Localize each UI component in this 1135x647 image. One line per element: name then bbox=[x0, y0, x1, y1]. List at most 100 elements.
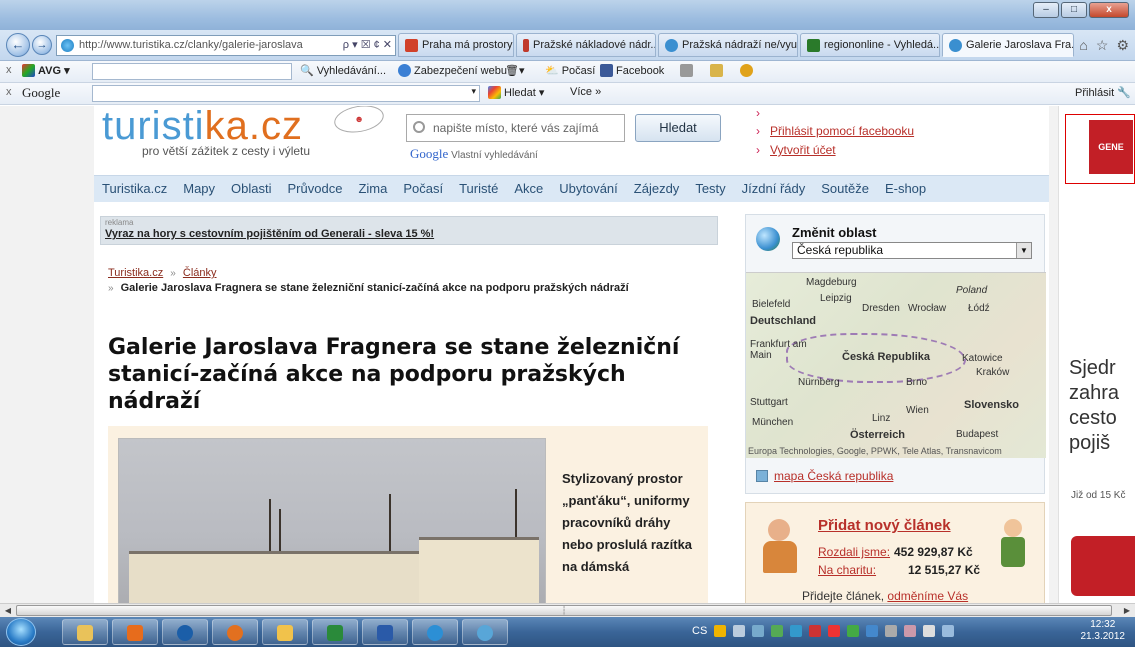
menu-item-zima[interactable]: Zima bbox=[350, 176, 395, 202]
reward-link[interactable]: odměníme Vás bbox=[887, 589, 968, 603]
breadcrumb-section-link[interactable]: Články bbox=[183, 267, 217, 279]
taskbar-ie[interactable] bbox=[412, 619, 458, 645]
tab-nadrazi[interactable]: Pražská nádraží ne/využ... bbox=[658, 33, 798, 57]
menu-item-pocasi[interactable]: Počasí bbox=[395, 176, 451, 202]
menu-item-ubytovani[interactable]: Ubytování bbox=[551, 176, 626, 202]
settings-gear-icon[interactable]: ⚙ bbox=[1116, 37, 1129, 54]
taskbar-media[interactable] bbox=[112, 619, 158, 645]
avg-search-input[interactable] bbox=[92, 63, 292, 80]
site-logo[interactable]: turistika.cz pro větší zážitek z cesty i… bbox=[102, 106, 310, 158]
battery-icon[interactable] bbox=[942, 625, 955, 637]
menu-item-mapy[interactable]: Mapy bbox=[175, 176, 223, 202]
start-button[interactable] bbox=[6, 618, 36, 646]
tray-icon[interactable] bbox=[771, 625, 784, 637]
menu-item-souteze[interactable]: Soutěže bbox=[813, 176, 877, 202]
taskbar-mail[interactable] bbox=[262, 619, 308, 645]
avg-extra-button[interactable] bbox=[740, 64, 753, 77]
tab-praha[interactable]: Praha má prostory pro ... bbox=[398, 33, 514, 57]
taskbar-word[interactable] bbox=[362, 619, 408, 645]
favorites-star-icon[interactable]: ☆ bbox=[1096, 37, 1109, 54]
charity-link[interactable]: Na charitu: bbox=[818, 563, 876, 577]
tray-icon[interactable] bbox=[790, 625, 803, 637]
taskbar-hp[interactable] bbox=[162, 619, 208, 645]
scroll-right-icon[interactable]: ▶ bbox=[1121, 605, 1133, 616]
system-clock[interactable]: 12:32 21.3.2012 bbox=[1081, 619, 1126, 643]
toolbar-close-icon[interactable]: x bbox=[6, 64, 12, 76]
right-skyscraper-ad[interactable]: GENE Sjedr zahra cesto pojiš Již od 15 K… bbox=[1058, 106, 1135, 603]
facebook-login-link[interactable]: Přihlásit pomocí facebooku bbox=[770, 124, 914, 138]
tab-galerie[interactable]: Galerie Jaroslava Fra... ✕ bbox=[942, 33, 1074, 57]
tray-icon[interactable] bbox=[752, 625, 765, 637]
notes-button[interactable] bbox=[710, 64, 723, 77]
avg-menu[interactable]: AVG ▾ bbox=[22, 64, 70, 77]
tab-regiononline[interactable]: regiononline - Vyhledá... bbox=[800, 33, 940, 57]
back-button[interactable]: ← bbox=[6, 33, 30, 57]
notes-icon bbox=[710, 64, 723, 77]
menu-item-testy[interactable]: Testy bbox=[687, 176, 733, 202]
add-article-link[interactable]: Přidat nový článek bbox=[818, 517, 951, 534]
weather-button[interactable]: ⛅ Počasí bbox=[545, 64, 595, 78]
taskbar-network[interactable] bbox=[462, 619, 508, 645]
menu-item-eshop[interactable]: E-shop bbox=[877, 176, 934, 202]
close-window-button[interactable]: x bbox=[1089, 2, 1129, 18]
menu-item-zajezdy[interactable]: Zájezdy bbox=[626, 176, 688, 202]
home-icon[interactable]: ⌂ bbox=[1079, 37, 1087, 54]
ad-banner[interactable]: reklama Vyraz na hory s cestovním pojišt… bbox=[100, 216, 718, 245]
region-map-link[interactable]: mapa Česká republika bbox=[756, 469, 893, 483]
region-map[interactable]: Bielefeld Magdeburg Leipzig Dresden Wroc… bbox=[746, 272, 1046, 458]
trash-menu[interactable]: 🗑▾ bbox=[505, 64, 525, 77]
forward-button[interactable]: → bbox=[32, 35, 52, 55]
map-label: Wrocław bbox=[908, 303, 947, 314]
tray-icon[interactable] bbox=[733, 625, 746, 637]
menu-item-oblasti[interactable]: Oblasti bbox=[223, 176, 279, 202]
google-search-button[interactable]: Hledat ▾ bbox=[488, 86, 544, 99]
taskbar-excel[interactable] bbox=[312, 619, 358, 645]
scrollbar-thumb[interactable]: ┆ bbox=[16, 605, 1112, 616]
web-security-button[interactable]: Zabezpečení webu bbox=[398, 64, 507, 77]
chevron-down-icon[interactable]: ▼ bbox=[1016, 243, 1031, 258]
calculator-button[interactable] bbox=[680, 64, 693, 77]
menu-item-turiste[interactable]: Turisté bbox=[451, 176, 506, 202]
avg-search-button[interactable]: 🔍 Vyhledávání... bbox=[300, 64, 386, 78]
minimize-button[interactable]: – bbox=[1033, 2, 1059, 18]
tab-nakladove[interactable]: Pražské nákladové nádr... bbox=[516, 33, 656, 57]
tray-icon[interactable] bbox=[866, 625, 879, 637]
facebook-login-item: Přihlásit pomocí facebooku bbox=[756, 122, 914, 141]
tray-alert-icon[interactable] bbox=[714, 625, 727, 637]
create-account-link[interactable]: Vytvořit účet bbox=[770, 143, 836, 157]
address-tools[interactable]: ρ ▾ ☒ ¢ ✕ bbox=[343, 36, 392, 55]
toolbar-close-icon[interactable]: x bbox=[6, 86, 12, 98]
charity-row: Na charitu: 12 515,27 Kč bbox=[818, 563, 980, 577]
taskbar-firefox[interactable] bbox=[212, 619, 258, 645]
google-login-button[interactable]: Přihlásit 🔧 bbox=[1075, 86, 1131, 100]
wrench-icon: 🔧 bbox=[1117, 87, 1131, 99]
tray-icon[interactable] bbox=[904, 625, 917, 637]
scroll-left-icon[interactable]: ◀ bbox=[2, 605, 14, 616]
breadcrumb-home-link[interactable]: Turistika.cz bbox=[108, 267, 163, 279]
dropdown-arrow-icon[interactable]: ▾ bbox=[471, 86, 476, 97]
site-search-button[interactable]: Hledat bbox=[635, 114, 721, 142]
language-indicator[interactable]: CS bbox=[692, 625, 707, 637]
tray-icon[interactable] bbox=[809, 625, 822, 637]
more-button[interactable]: Více » bbox=[570, 86, 601, 98]
article-photo[interactable] bbox=[118, 438, 546, 603]
horizontal-scrollbar[interactable]: ◀ ┆ ▶ bbox=[0, 603, 1135, 617]
menu-item-turistika[interactable]: Turistika.cz bbox=[94, 176, 175, 202]
taskbar-explorer[interactable] bbox=[62, 619, 108, 645]
donated-link[interactable]: Rozdali jsme: bbox=[818, 545, 890, 559]
ad-link[interactable]: Vyraz na hory s cestovním pojištěním od … bbox=[105, 228, 717, 240]
maximize-button[interactable]: □ bbox=[1061, 2, 1087, 18]
site-search-input[interactable]: napište místo, které vás zajímá bbox=[406, 114, 625, 142]
signal-icon[interactable] bbox=[885, 625, 898, 637]
google-search-input[interactable]: ▾ bbox=[92, 85, 480, 102]
google-toolbar: x Google ▾ Hledat ▾ Více » Přihlásit 🔧 bbox=[0, 83, 1135, 105]
address-bar[interactable]: http://www.turistika.cz/clanky/galerie-j… bbox=[56, 35, 396, 56]
region-select[interactable]: Česká republika ▼ bbox=[792, 242, 1032, 259]
facebook-button[interactable]: Facebook bbox=[600, 64, 664, 77]
menu-item-jizdni-rady[interactable]: Jízdní řády bbox=[734, 176, 814, 202]
tray-icon[interactable] bbox=[847, 625, 860, 637]
menu-item-pruvodce[interactable]: Průvodce bbox=[280, 176, 351, 202]
menu-item-akce[interactable]: Akce bbox=[506, 176, 551, 202]
volume-icon[interactable] bbox=[923, 625, 936, 637]
tray-icon[interactable] bbox=[828, 625, 841, 637]
